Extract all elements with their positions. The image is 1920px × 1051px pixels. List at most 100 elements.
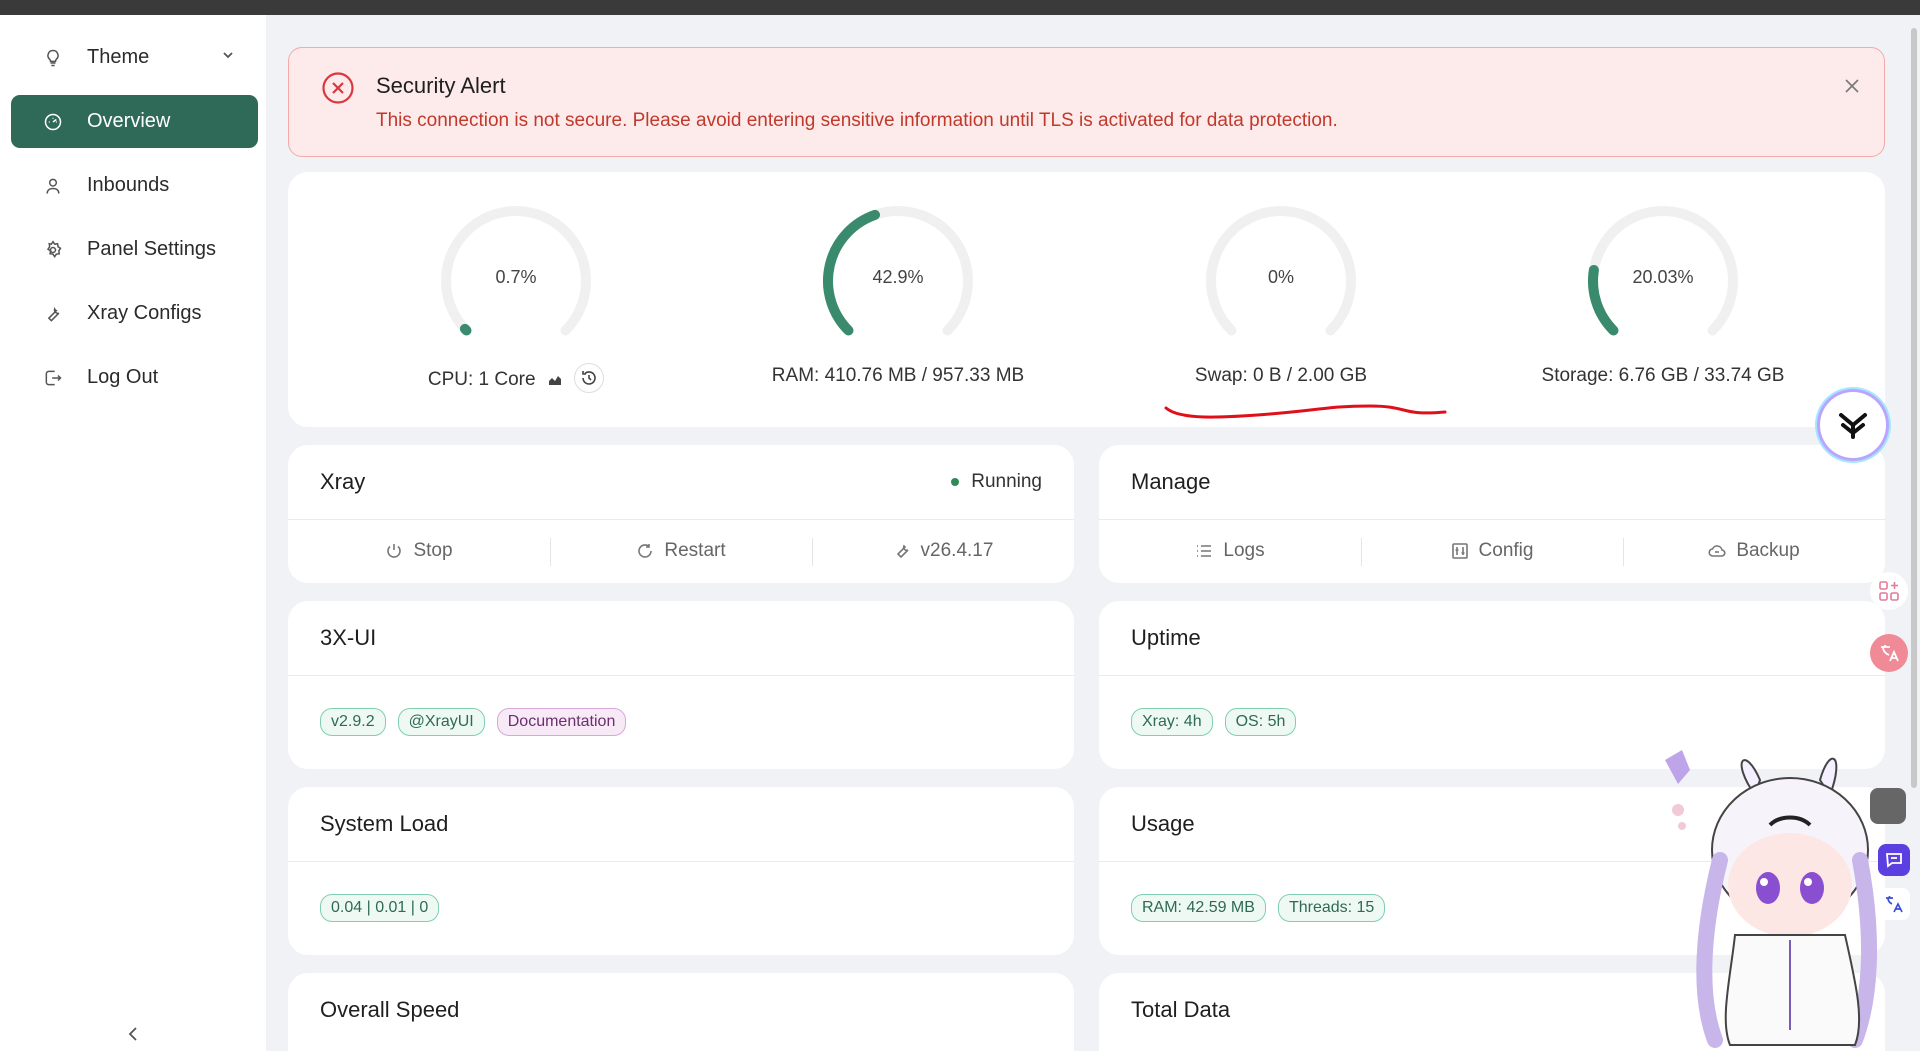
control-icon bbox=[1451, 543, 1468, 559]
history-button[interactable] bbox=[574, 363, 605, 393]
wrench-icon bbox=[41, 302, 65, 326]
history-icon bbox=[582, 371, 596, 385]
list-icon bbox=[1197, 545, 1212, 557]
area-chart-icon[interactable] bbox=[547, 372, 563, 388]
uptime-title: Uptime bbox=[1131, 625, 1201, 650]
ram-label: RAM: 410.76 MB / 957.33 MB bbox=[771, 365, 1025, 386]
restart-label: Restart bbox=[664, 540, 726, 561]
sidebar-item-label: Overview bbox=[87, 110, 171, 132]
sidebar-item-label: Theme bbox=[87, 46, 150, 68]
usage-tags: RAM: 42.59 MB Threads: 15 bbox=[1131, 894, 1386, 922]
sidebar-item-inbounds[interactable]: Inbounds bbox=[11, 159, 258, 212]
translate-button[interactable] bbox=[1870, 634, 1908, 672]
divider bbox=[288, 861, 1074, 862]
dashboard-icon bbox=[41, 110, 65, 134]
threexui-panel: 3X-UI v2.9.2 @XrayUI Documentation bbox=[288, 601, 1074, 769]
tool-icon bbox=[896, 544, 909, 559]
error-circle-icon bbox=[322, 72, 354, 104]
restart-button[interactable]: Restart bbox=[550, 520, 812, 582]
logout-icon bbox=[41, 366, 65, 390]
collapse-sidebar-icon[interactable] bbox=[124, 1024, 144, 1044]
manage-title: Manage bbox=[1131, 469, 1211, 494]
xray-version-button[interactable]: v26.4.17 bbox=[812, 520, 1074, 582]
sidebar-item-xray-configs[interactable]: Xray Configs bbox=[11, 287, 258, 340]
swap-gauge: 0% bbox=[1196, 196, 1366, 366]
assistant-logo-icon bbox=[1839, 413, 1867, 439]
chat-widget-button[interactable] bbox=[1878, 844, 1910, 876]
cpu-gauge: 0.7% bbox=[431, 196, 601, 366]
chat-icon bbox=[1886, 853, 1902, 868]
logs-label: Logs bbox=[1223, 540, 1265, 561]
documentation-tag[interactable]: Documentation bbox=[496, 708, 627, 736]
total-data-title: Total Data bbox=[1131, 997, 1231, 1022]
ram-usage-tag: RAM: 42.59 MB bbox=[1131, 894, 1266, 922]
stop-button[interactable]: Stop bbox=[288, 520, 550, 582]
xray-status: Running bbox=[951, 471, 1042, 493]
xray-panel: Xray Running Stop Restart v26.4.17 bbox=[288, 445, 1074, 583]
xray-title: Xray bbox=[320, 469, 366, 494]
close-icon[interactable] bbox=[1842, 76, 1862, 96]
system-load-panel: System Load 0.04 | 0.01 | 0 bbox=[288, 787, 1074, 955]
assistant-fab[interactable] bbox=[1820, 392, 1886, 458]
manage-actions: Logs Config Backup bbox=[1099, 520, 1885, 582]
cpu-label: CPU: 1 Core bbox=[316, 363, 716, 395]
sidebar-item-panel-settings[interactable]: Panel Settings bbox=[11, 223, 258, 276]
overall-speed-panel: Overall Speed bbox=[288, 973, 1074, 1051]
alert-title: Security Alert bbox=[376, 73, 506, 98]
xray-actions: Stop Restart v26.4.17 bbox=[288, 520, 1074, 582]
os-uptime-tag: OS: 5h bbox=[1224, 708, 1297, 736]
reload-icon bbox=[638, 544, 653, 558]
cpu-value: 0.7% bbox=[495, 267, 537, 287]
config-button[interactable]: Config bbox=[1361, 520, 1623, 582]
threexui-tags: v2.9.2 @XrayUI Documentation bbox=[320, 708, 627, 736]
backup-label: Backup bbox=[1736, 540, 1800, 561]
chevron-down-icon bbox=[223, 52, 233, 59]
status-text: Running bbox=[971, 471, 1042, 492]
gear-icon bbox=[41, 238, 65, 262]
apps-add-icon bbox=[1879, 581, 1899, 601]
system-load-tags: 0.04 | 0.01 | 0 bbox=[320, 894, 440, 922]
translate-icon bbox=[1886, 896, 1903, 913]
sidebar-item-theme[interactable]: Theme bbox=[11, 31, 258, 84]
security-alert: Security Alert This connection is not se… bbox=[288, 47, 1885, 157]
xray-uptime-tag: Xray: 4h bbox=[1131, 708, 1213, 736]
mascot-sticker bbox=[1665, 750, 1878, 1048]
ram-value: 42.9% bbox=[872, 267, 924, 287]
config-label: Config bbox=[1478, 540, 1534, 561]
divider bbox=[1099, 675, 1885, 676]
translate-widget-button[interactable] bbox=[1878, 888, 1910, 920]
alert-message: This connection is not secure. Please av… bbox=[376, 110, 1338, 131]
sidebar-item-label: Inbounds bbox=[87, 174, 170, 196]
backup-button[interactable]: Backup bbox=[1623, 520, 1885, 582]
lightbulb-icon bbox=[41, 46, 65, 70]
status-dot bbox=[951, 478, 960, 486]
sidebar-item-label: Xray Configs bbox=[87, 302, 202, 324]
apps-add-button[interactable] bbox=[1870, 572, 1908, 610]
version-label: v26.4.17 bbox=[920, 540, 994, 561]
logs-button[interactable]: Logs bbox=[1099, 520, 1361, 582]
manage-panel: Manage Logs Config Backup bbox=[1099, 445, 1885, 583]
telegram-tag[interactable]: @XrayUI bbox=[397, 708, 485, 736]
version-tag[interactable]: v2.9.2 bbox=[320, 708, 386, 736]
threads-tag: Threads: 15 bbox=[1277, 894, 1386, 922]
sidebar-item-log-out[interactable]: Log Out bbox=[11, 351, 258, 404]
storage-value: 20.03% bbox=[1632, 267, 1694, 287]
cloud-icon bbox=[1708, 545, 1726, 557]
browser-top-bar bbox=[0, 0, 1920, 15]
sidebar: Theme Overview Inbounds Panel Settings X… bbox=[0, 15, 266, 1051]
storage-label: Storage: 6.76 GB / 33.74 GB bbox=[1541, 365, 1785, 386]
scrollbar[interactable] bbox=[1911, 28, 1917, 788]
system-stats-card: 0.7% CPU: 1 Core 42.9% RAM: 410.76 MB / … bbox=[288, 172, 1885, 427]
divider bbox=[288, 675, 1074, 676]
usage-title: Usage bbox=[1131, 811, 1195, 836]
swap-label: Swap: 0 B / 2.00 GB bbox=[1194, 365, 1368, 386]
sidebar-item-label: Panel Settings bbox=[87, 238, 216, 260]
overall-speed-title: Overall Speed bbox=[320, 997, 460, 1022]
red-underline-annotation bbox=[1164, 404, 1447, 419]
uptime-tags: Xray: 4h OS: 5h bbox=[1131, 708, 1297, 736]
system-load-title: System Load bbox=[320, 811, 449, 836]
cpu-label-text: CPU: 1 Core bbox=[427, 369, 536, 391]
sidebar-item-overview[interactable]: Overview bbox=[11, 95, 258, 148]
ram-gauge: 42.9% bbox=[813, 196, 983, 366]
sidebar-item-label: Log Out bbox=[87, 366, 159, 388]
